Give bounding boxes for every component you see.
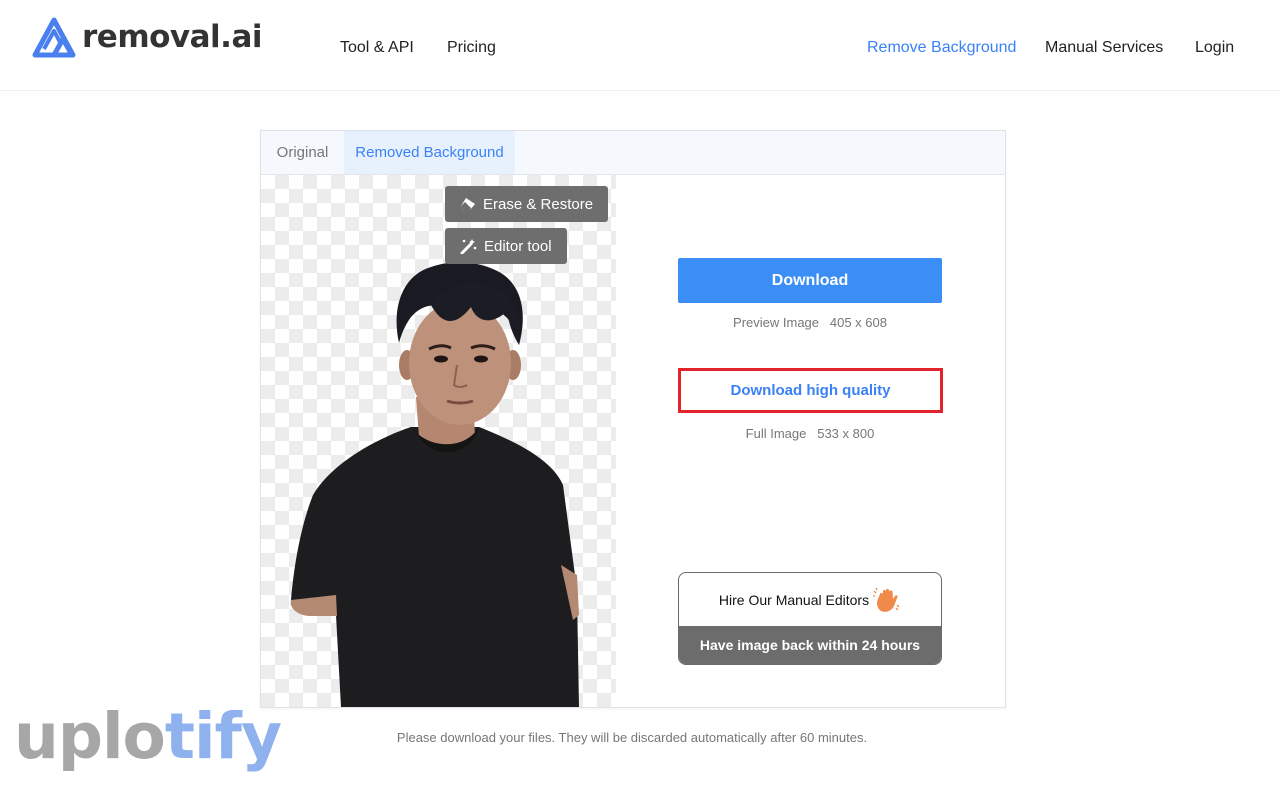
erase-restore-button[interactable]: Erase & Restore [445, 186, 609, 222]
watermark-part-1: uplo [14, 700, 166, 773]
waving-hand-icon [873, 587, 900, 612]
logo-icon [32, 17, 76, 58]
preview-image-label: Preview Image [733, 315, 820, 330]
magic-wand-icon [460, 239, 477, 254]
download-high-quality-button[interactable]: Download high quality [678, 368, 943, 413]
hire-title: Hire Our Manual Editors [718, 591, 870, 608]
image-preview: Erase & Restore Editor tool [261, 175, 616, 707]
result-card: Original Removed Background Erase & Rest… [260, 130, 1006, 708]
eraser-icon [461, 198, 475, 210]
brand-logo[interactable]: removal.ai [32, 14, 263, 60]
hire-title-row: Hire Our Manual Editors [679, 573, 941, 626]
nav-remove-background[interactable]: Remove Background [867, 38, 1016, 58]
full-image-label: Full Image [745, 426, 807, 441]
watermark-logo: uplotify [14, 705, 282, 768]
hire-subtitle: Have image back within 24 hours [679, 626, 941, 664]
nav-pricing[interactable]: Pricing [447, 38, 496, 58]
hire-manual-editors-card[interactable]: Hire Our Manual Editors Have image back … [678, 572, 942, 665]
editor-tool-label: Editor tool [484, 237, 552, 255]
tab-original[interactable]: Original [261, 131, 344, 174]
brand-name: removal.ai [82, 18, 263, 55]
preview-image-size: 405 x 608 [829, 315, 887, 330]
top-header: removal.ai Tool & API Pricing Remove Bac… [0, 0, 1280, 91]
nav-manual-services[interactable]: Manual Services [1045, 38, 1163, 58]
editor-tool-button[interactable]: Editor tool [445, 228, 567, 264]
view-tabs: Original Removed Background [261, 131, 1005, 175]
full-image-info: Full Image 533 x 800 [678, 426, 942, 441]
download-button[interactable]: Download [678, 258, 942, 303]
watermark-part-2: tify [164, 700, 282, 773]
nav-tool-api[interactable]: Tool & API [340, 38, 414, 58]
nav-login[interactable]: Login [1195, 38, 1234, 58]
erase-restore-label: Erase & Restore [483, 195, 594, 213]
full-image-size: 533 x 800 [817, 426, 875, 441]
preview-image-info: Preview Image 405 x 608 [678, 315, 942, 330]
tab-removed-background[interactable]: Removed Background [344, 131, 515, 174]
